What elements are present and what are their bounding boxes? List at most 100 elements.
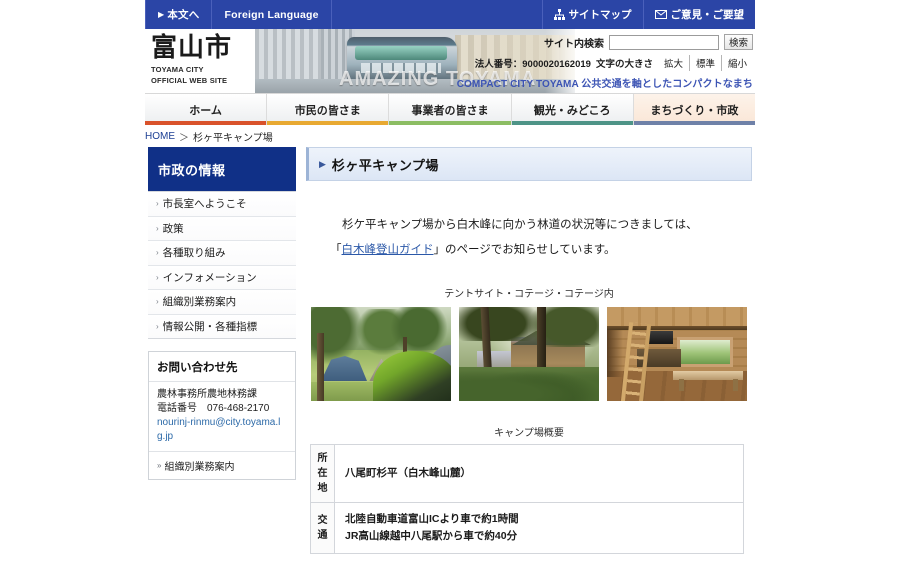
text-size-controls: 法人番号：9000020162019 文字の大きさ 拡大 標準 縮小 xyxy=(453,54,753,71)
nav-item-tourism-label: 観光・みどころ xyxy=(533,104,611,117)
utility-bar-left: ▶ 本文へ Foreign Language xyxy=(145,0,332,29)
photo3-tv xyxy=(649,331,673,344)
contact-departments-link-label: 組織別業務案内 xyxy=(164,462,235,473)
utility-bar-right: サイトマップ ご意見・ご要望 xyxy=(541,0,756,29)
contact-box-body: 農林事務所農地林務課 電話番号 076-468-2170 nourinj-rin… xyxy=(149,382,295,451)
corporate-number: 法人番号：9000020162019 xyxy=(474,58,591,70)
contact-box-footer[interactable]: » 組織別業務案内 xyxy=(149,451,295,479)
left-gutter xyxy=(0,0,145,563)
table-row: 交 通 北陸自動車道富山ICより車で約1時間 JR高山線越中八尾駅から車で約40… xyxy=(310,502,744,554)
skip-to-content-link[interactable]: ▶ 本文へ xyxy=(145,0,213,29)
body-copy: 杉ケ平キャンプ場から白木峰に向かう林道の状況等につきましては、 「白木峰登山ガイ… xyxy=(306,213,752,263)
utility-bar: ▶ 本文へ Foreign Language サイトマップ ご意見・ご要望 xyxy=(145,0,755,29)
table-row: 所 在 地 八尾町杉平（白木峰山麓） xyxy=(310,444,744,503)
skip-to-content-label: 本文へ xyxy=(167,9,200,21)
feedback-label: ご意見・ご要望 xyxy=(670,9,745,21)
feedback-link[interactable]: ご意見・ご要望 xyxy=(642,0,756,29)
row-value-access: 北陸自動車道富山ICより車で約1時間 JR高山線越中八尾駅から車で約40分 xyxy=(334,502,744,554)
site-logo-kanji: 富山市 xyxy=(151,33,233,63)
contact-department: 農林事務所農地林務課 xyxy=(157,389,257,400)
chevron-right-icon: › xyxy=(156,272,159,282)
site-logo-en-line2: OFFICIAL WEB SITE xyxy=(151,76,228,85)
row-header-location: 所 在 地 xyxy=(310,444,335,503)
text-size-large-button[interactable]: 拡大 xyxy=(658,55,689,71)
sidebar-item-mayor-label: 市長室へようこそ xyxy=(162,198,247,211)
row-header-location-char-1: 所 xyxy=(317,453,328,464)
right-gutter xyxy=(755,0,900,563)
photo-caption: テントサイト・コテージ・コテージ内 xyxy=(444,289,614,300)
mail-icon xyxy=(654,10,667,19)
sidebar: 市政の情報 › 市長室へようこそ › 政策 › 各種取り組み › インフォメーシ… xyxy=(148,147,296,480)
photo3-bench-leg-2 xyxy=(733,379,738,391)
paragraph-line-2: 「白木峰登山ガイド」のページでお知らせしています。 xyxy=(330,238,744,263)
search-button[interactable]: 検索 xyxy=(723,34,753,50)
search-input[interactable] xyxy=(608,34,719,50)
row-header-location-char-2: 在 xyxy=(317,468,328,479)
chevron-right-icon: » xyxy=(157,461,162,470)
nav-item-business[interactable]: 事業者の皆さま xyxy=(389,94,512,125)
nav-item-city-planning[interactable]: まちづくり・市政 xyxy=(633,94,756,125)
text-size-label: 文字の大きさ xyxy=(595,58,653,70)
global-nav: ホーム 市民の皆さま 事業者の皆さま 観光・みどころ まちづくり・市政 xyxy=(145,93,756,125)
sidebar-item-policy[interactable]: › 政策 xyxy=(148,215,296,240)
contact-email-link[interactable]: nourinj-rinmu@city.toyama.lg.jp xyxy=(157,416,287,444)
sidebar-item-policy-label: 政策 xyxy=(162,222,184,235)
chevron-right-icon: › xyxy=(156,223,159,233)
nav-item-home-label: ホーム xyxy=(189,104,222,117)
sitemap-link[interactable]: サイトマップ xyxy=(541,0,643,29)
text-size-small-button[interactable]: 縮小 xyxy=(720,54,753,71)
site-search: サイト内検索 検索 xyxy=(453,33,753,51)
sidebar-menu: › 市長室へようこそ › 政策 › 各種取り組み › インフォメーション › 組… xyxy=(148,191,296,339)
site-logo-en-line1: TOYAMA CITY xyxy=(151,65,204,74)
row-value-access-line-1: 北陸自動車道富山ICより車で約1時間 xyxy=(345,513,519,525)
sitemap-label: サイトマップ xyxy=(568,9,632,21)
row-header-location-char-3: 地 xyxy=(317,483,328,494)
paragraph-line-1: 杉ケ平キャンプ場から白木峰に向かう林道の状況等につきましては、 xyxy=(342,219,698,231)
row-header-access: 交 通 xyxy=(310,502,335,554)
page-title-text: 杉ヶ平キャンプ場 xyxy=(331,157,439,173)
nav-item-citizens-bar xyxy=(267,121,389,125)
nav-item-citizens-label: 市民の皆さま xyxy=(294,104,361,117)
shirakimine-guide-link[interactable]: 白木峰登山ガイド xyxy=(342,244,434,256)
nav-item-citizens[interactable]: 市民の皆さま xyxy=(267,94,390,125)
row-header-access-char-1: 交 xyxy=(317,515,328,526)
sidebar-item-disclosure[interactable]: › 情報公開・各種指標 xyxy=(148,313,296,338)
text-size-normal-button[interactable]: 標準 xyxy=(688,54,721,71)
contact-box-header: お問い合わせ先 xyxy=(149,352,295,382)
nav-item-tourism[interactable]: 観光・みどころ xyxy=(511,94,634,125)
page-root: ▶ 本文へ Foreign Language サイトマップ ご意見・ご要望 AM… xyxy=(0,0,900,563)
site-search-label: サイト内検索 xyxy=(543,38,604,50)
row-value-location-line-1: 八尾町杉平（白木峰山麓） xyxy=(345,467,471,479)
chevron-right-icon: › xyxy=(156,297,159,307)
nav-item-business-bar xyxy=(389,121,511,125)
sitemap-icon xyxy=(553,9,565,20)
page-title: ▶ 杉ヶ平キャンプ場 xyxy=(306,147,752,181)
nav-item-home[interactable]: ホーム xyxy=(145,94,268,125)
photo-tent-site xyxy=(310,306,452,402)
photo1-trunk-1 xyxy=(317,333,324,401)
nav-item-tourism-bar xyxy=(511,121,633,125)
breadcrumb-home-link[interactable]: HOME xyxy=(145,131,175,142)
foreign-language-link[interactable]: Foreign Language xyxy=(212,0,332,29)
campsite-summary-table: 所 在 地 八尾町杉平（白木峰山麓） 交 通 北陸自動車道富山ICより車で約1時… xyxy=(310,444,744,554)
nav-item-city-planning-label: まちづくり・市政 xyxy=(650,104,739,117)
compact-city-tagline: COMPACT CITY TOYAMA 公共交通を軸としたコンパクトなまちづくり xyxy=(456,79,753,90)
site-logo[interactable]: 富山市 TOYAMA CITY OFFICIAL WEB SITE xyxy=(151,33,261,85)
nav-item-home-bar xyxy=(145,121,267,125)
breadcrumb: HOME ＞ 杉ヶ平キャンプ場 xyxy=(145,128,755,145)
main-content: ▶ 杉ヶ平キャンプ場 杉ケ平キャンプ場から白木峰に向かう林道の状況等につきまして… xyxy=(306,147,752,554)
chevron-right-icon: › xyxy=(156,321,159,331)
nav-item-city-planning-bar xyxy=(633,121,756,125)
sidebar-item-departments[interactable]: › 組織別業務案内 xyxy=(148,289,296,314)
text-size-button-group: 拡大 標準 縮小 xyxy=(658,54,753,71)
breadcrumb-current: 杉ヶ平キャンプ場 xyxy=(193,133,273,144)
sidebar-item-initiatives[interactable]: › 各種取り組み xyxy=(148,240,296,265)
photo2-undergrowth xyxy=(459,367,599,401)
sidebar-item-information[interactable]: › インフォメーション xyxy=(148,264,296,289)
quote-open: 「 xyxy=(330,244,342,256)
sidebar-header: 市政の情報 xyxy=(148,147,296,191)
row-header-access-char-2: 通 xyxy=(317,530,328,541)
sidebar-item-mayor[interactable]: › 市長室へようこそ xyxy=(148,191,296,216)
photo-cottage-interior xyxy=(606,306,748,402)
sidebar-item-disclosure-label: 情報公開・各種指標 xyxy=(162,320,258,333)
